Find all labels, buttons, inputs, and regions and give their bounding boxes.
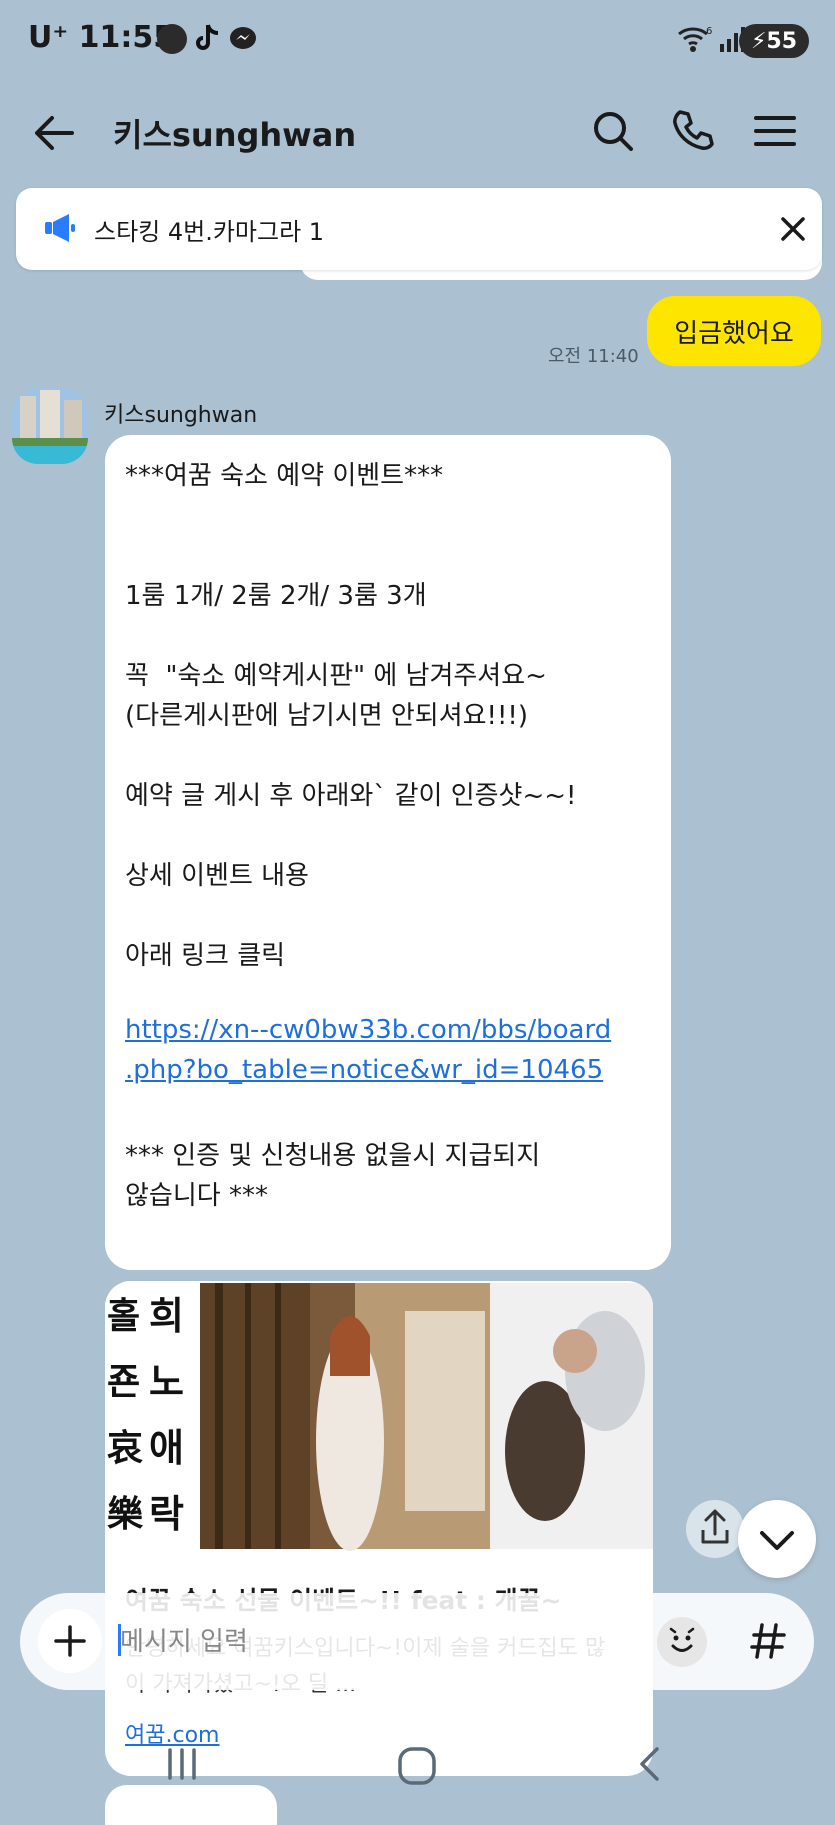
message-line: *** 인증 및 신청내용 없을시 지급되지 (125, 1141, 541, 1171)
status-bar: U⁺ 11:55 6 ⚡ 55 (0, 0, 835, 80)
attach-button[interactable] (38, 1609, 102, 1673)
home-icon (398, 1747, 436, 1785)
notice-banner[interactable]: 스타킹 4번.카마그라 1 (16, 188, 822, 270)
chevron-down-icon (760, 1531, 794, 1550)
link-preview-card[interactable]: 홀 죤 哀 樂 희 노 애 락 여꿈 숙소 선물 이벤트~!! feat : 개… (105, 1281, 653, 1776)
emoji-icon (669, 1627, 695, 1652)
call-button[interactable] (668, 106, 718, 156)
tiktok-icon (193, 22, 221, 58)
system-back-button[interactable] (630, 1744, 670, 1788)
message-line: 않습니다 *** (125, 1181, 268, 1211)
link-preview-image: 홀 죤 哀 樂 희 노 애 락 (105, 1281, 653, 1551)
share-icon (701, 1509, 729, 1544)
arrow-left-icon (35, 116, 74, 150)
chat-title: 키스sunghwan (113, 116, 357, 154)
system-nav-bar (0, 1722, 835, 1809)
close-icon (781, 217, 805, 241)
sender-name: 키스sunghwan (104, 403, 258, 428)
message-line: (다른게시판에 남기시면 안되셔요!!!) (125, 701, 528, 731)
coupang-eats-icon (157, 24, 187, 54)
text-caret (118, 1624, 121, 1656)
message-timestamp: 오전 11:40 (548, 346, 639, 367)
hashtag-search-button[interactable] (742, 1615, 794, 1667)
back-button[interactable] (30, 108, 80, 158)
avatar[interactable] (12, 388, 88, 464)
chevron-left-icon (640, 1747, 659, 1781)
hashtag-icon (750, 1623, 786, 1659)
scroll-to-bottom-button[interactable] (738, 1500, 816, 1578)
message-line: 꼭 "숙소 예약게시판" 에 남겨주셔요~ (125, 661, 547, 691)
message-line: 1룸 1개/ 2룸 2개/ 3룸 3개 (125, 581, 427, 611)
menu-button[interactable] (750, 106, 800, 156)
search-icon (594, 112, 633, 151)
megaphone-icon (42, 210, 78, 250)
charging-icon: ⚡ (750, 28, 767, 54)
my-message-bubble[interactable]: 입금했어요 (647, 296, 821, 366)
share-button[interactable] (686, 1500, 744, 1558)
hamburger-icon (754, 116, 796, 146)
plus-icon (54, 1625, 86, 1657)
close-notice-button[interactable] (776, 212, 810, 250)
message-link[interactable]: .php?bo_table=notice&wr_id=10465 (125, 1055, 603, 1085)
message-input-bar (20, 1593, 814, 1690)
message-input[interactable] (118, 1613, 662, 1671)
wifi-icon: 6 (675, 24, 715, 58)
svg-text:6: 6 (706, 26, 712, 37)
notice-text: 스타킹 4번.카마그라 1 (94, 218, 325, 246)
message-line: 상세 이벤트 내용 (125, 861, 309, 891)
recent-apps-button[interactable] (162, 1744, 202, 1788)
battery-indicator: ⚡ 55 (739, 24, 809, 58)
home-button[interactable] (395, 1744, 439, 1792)
message-link[interactable]: https://xn--cw0bw33b.com/bbs/board (125, 1015, 611, 1045)
message-line: 예약 글 게시 후 아래와` 같이 인증샷~~! (125, 781, 577, 811)
messenger-icon (228, 24, 258, 58)
message-line: ***여꿈 숙소 예약 이벤트*** (125, 461, 444, 491)
chat-header: 키스sunghwan (0, 80, 835, 185)
status-clock: U⁺ 11:55 (28, 20, 175, 55)
emoticon-button[interactable] (657, 1617, 707, 1667)
received-message-bubble[interactable]: ***여꿈 숙소 예약 이벤트*** 1룸 1개/ 2룸 2개/ 3룸 3개 꼭… (105, 435, 671, 1270)
recents-icon (168, 1748, 196, 1780)
phone-icon (673, 110, 714, 150)
search-button[interactable] (588, 106, 638, 156)
message-line: 아래 링크 클릭 (125, 941, 286, 971)
